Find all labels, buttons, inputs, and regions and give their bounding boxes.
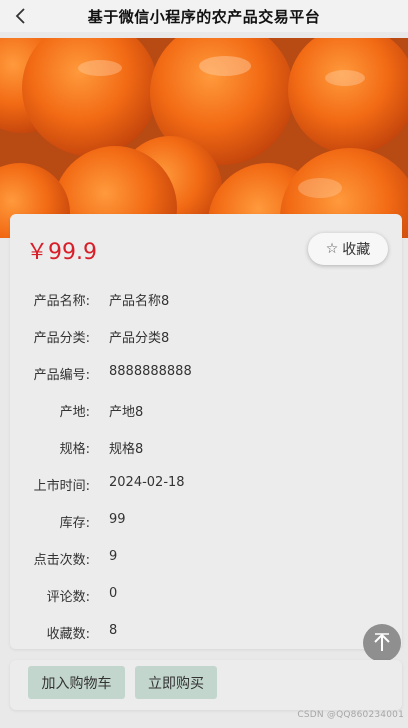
field-row: 规格: 规格8 bbox=[10, 438, 402, 458]
field-value: 9 bbox=[109, 549, 118, 564]
field-row: 产品分类: 产品分类8 bbox=[10, 327, 402, 347]
field-value: 产品名称8 bbox=[109, 294, 170, 309]
field-value: 产品分类8 bbox=[109, 331, 170, 346]
add-to-cart-button[interactable]: 加入购物车 bbox=[28, 666, 125, 699]
field-row: 上市时间: 2024-02-18 bbox=[10, 475, 402, 495]
field-value: 2024-02-18 bbox=[109, 475, 185, 490]
field-value: 99 bbox=[109, 512, 126, 527]
nav-bar: 基于微信小程序的农产品交易平台 bbox=[0, 0, 408, 32]
favorite-label: 收藏 bbox=[342, 242, 371, 258]
field-value: 产地8 bbox=[109, 405, 144, 420]
field-label: 产地: bbox=[59, 405, 90, 420]
arrow-up-icon bbox=[374, 633, 390, 651]
field-row: 产品名称: 产品名称8 bbox=[10, 290, 402, 310]
field-label: 产品编号: bbox=[33, 368, 90, 383]
field-row: 库存: 99 bbox=[10, 512, 402, 532]
price-text: ￥99.9 bbox=[26, 240, 97, 265]
page-title: 基于微信小程序的农产品交易平台 bbox=[87, 7, 321, 26]
field-label: 产品分类: bbox=[33, 331, 90, 346]
watermark: CSDN @QQ860234001 bbox=[297, 710, 404, 720]
star-outline-icon: ☆ bbox=[325, 241, 339, 257]
field-row: 评论数: 0 bbox=[10, 586, 402, 606]
field-value: 规格8 bbox=[109, 442, 144, 457]
scroll-to-top-button[interactable] bbox=[363, 624, 401, 662]
bottom-action-bar: 加入购物车 立即购买 bbox=[10, 660, 402, 710]
field-label: 产品名称: bbox=[33, 294, 90, 309]
buy-now-button[interactable]: 立即购买 bbox=[135, 666, 217, 699]
field-label: 规格: bbox=[59, 442, 90, 457]
field-label: 点击次数: bbox=[33, 553, 90, 568]
field-value: 8888888888 bbox=[109, 364, 192, 379]
field-value: 8 bbox=[109, 623, 118, 638]
field-row: 产品编号: 8888888888 bbox=[10, 364, 402, 384]
back-button[interactable] bbox=[10, 5, 30, 27]
persimmon-photo bbox=[0, 38, 408, 238]
chevron-left-icon bbox=[15, 8, 25, 24]
product-image bbox=[0, 38, 408, 238]
field-row: 收藏数: 8 bbox=[10, 623, 402, 643]
field-row: 点击次数: 9 bbox=[10, 549, 402, 569]
field-label: 库存: bbox=[59, 516, 90, 531]
field-value: 0 bbox=[109, 586, 118, 601]
field-label: 收藏数: bbox=[46, 627, 90, 642]
product-detail-card: ￥99.9 ☆ 收藏 产品名称: 产品名称8 产品分类: 产品分类8 产品编号:… bbox=[10, 214, 402, 649]
favorite-button[interactable]: ☆ 收藏 bbox=[308, 233, 388, 265]
field-label: 评论数: bbox=[46, 590, 90, 605]
field-label: 上市时间: bbox=[33, 479, 90, 494]
field-row: 产地: 产地8 bbox=[10, 401, 402, 421]
